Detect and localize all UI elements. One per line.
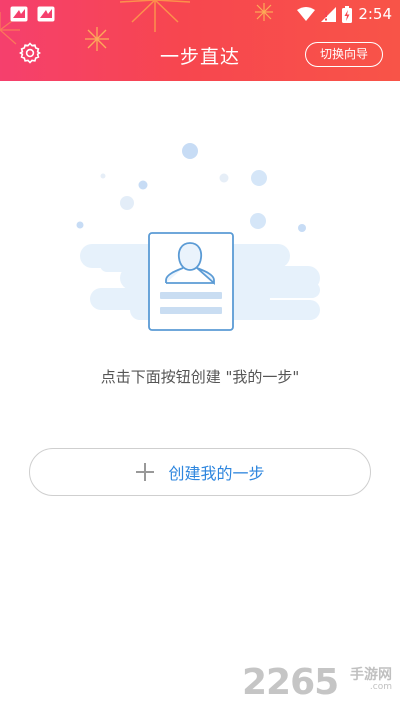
header-bar: 2:54 一步直达 切换向导 <box>0 0 400 81</box>
create-my-step-button[interactable]: 创建我的一步 <box>29 448 371 496</box>
switch-guide-button[interactable]: 切换向导 <box>305 42 383 67</box>
bubbles-decoration <box>76 143 306 232</box>
app-notification-icon <box>37 6 55 22</box>
status-bar: 2:54 <box>0 0 400 28</box>
plus-icon <box>136 463 155 481</box>
clock: 2:54 <box>358 5 392 23</box>
create-button-label: 创建我的一步 <box>168 464 265 483</box>
title-bar: 一步直达 切换向导 <box>0 30 400 78</box>
wifi-icon <box>297 7 316 21</box>
status-icons: 2:54 <box>297 4 392 24</box>
watermark-logo: 2265 手游网 .com <box>242 662 392 704</box>
watermark-site: 手游网 <box>350 667 392 683</box>
watermark-url: .com <box>369 682 392 692</box>
profile-card-icon <box>148 232 234 331</box>
app-notification-icon <box>10 6 28 22</box>
empty-state-illustration <box>76 143 320 331</box>
empty-state-hint: 点击下面按钮创建 "我的一步" <box>100 368 300 386</box>
battery-charging-icon <box>342 5 353 23</box>
signal-icon <box>321 6 337 22</box>
watermark-number: 2265 <box>242 662 339 703</box>
